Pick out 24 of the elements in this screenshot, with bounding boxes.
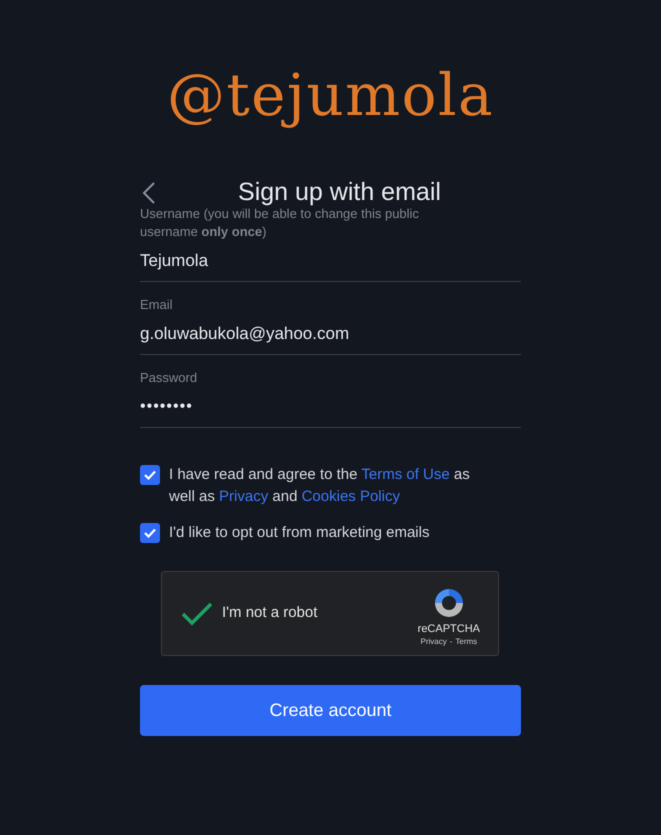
link-separator: -: [450, 636, 452, 647]
input-field[interactable]: Tejumola: [140, 241, 521, 281]
page-title: Sign up with email: [238, 177, 441, 208]
terms-link[interactable]: Terms: [455, 636, 478, 647]
checkbox[interactable]: [140, 523, 160, 543]
overlay-handle: @tejumola: [166, 60, 494, 131]
privacy-link[interactable]: Privacy: [420, 636, 447, 647]
password-field[interactable]: ••••••••: [140, 387, 521, 427]
checkbox-label: I'd like to opt out from marketing emails: [169, 523, 430, 543]
checkbox[interactable]: [140, 465, 160, 485]
checkbox-label: I have read and agree to the Terms of Use as well as Privacy and Cookies Policy: [169, 465, 471, 507]
field-label: Password: [140, 369, 198, 387]
text-link[interactable]: Terms of Use: [361, 466, 450, 483]
text-link[interactable]: Privacy: [219, 488, 268, 505]
create-account-button[interactable]: Create account: [140, 685, 521, 736]
check-icon: [144, 528, 156, 538]
field-label: Username (you will be able to change this public username only once): [140, 206, 420, 241]
text-link[interactable]: Cookies Policy: [302, 488, 400, 505]
recaptcha-label: I'm not a robot: [222, 603, 318, 624]
back-icon[interactable]: [142, 181, 156, 205]
field-label: Email: [140, 296, 174, 314]
input-field[interactable]: g.oluwabukola@yahoo.com: [140, 314, 521, 354]
recaptcha-brand: reCAPTCHA: [418, 622, 480, 636]
check-icon: [144, 470, 156, 480]
